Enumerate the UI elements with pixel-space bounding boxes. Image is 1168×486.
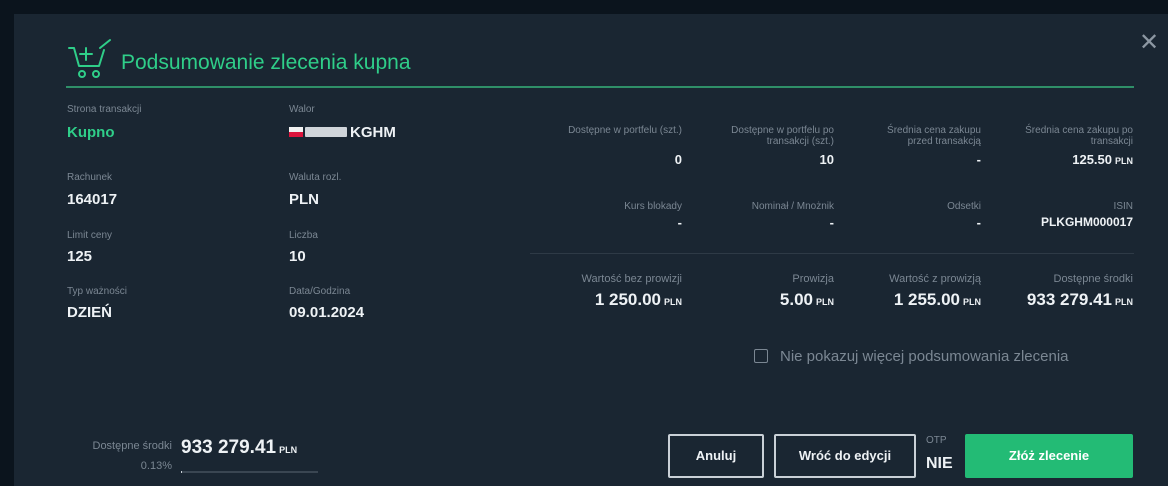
security-label: Walor xyxy=(289,104,315,115)
stat-isin-value: PLKGHM000017 xyxy=(1040,215,1133,229)
dont-show-again-checkbox[interactable] xyxy=(754,349,768,363)
otp-value: NIE xyxy=(926,455,953,472)
modal-title: Podsumowanie zlecenia kupna xyxy=(121,51,411,74)
divider xyxy=(530,253,1134,254)
validity-label: Typ ważności xyxy=(67,286,128,297)
stat-interest-label: Odsetki xyxy=(947,201,981,212)
commission-value: 5.00 PLN xyxy=(779,290,834,309)
otp-label: OTP xyxy=(926,435,947,446)
stat-available-after-label: Dostępne w portfelu po transakcji (szt.) xyxy=(731,125,834,147)
side-label: Strona transakcji xyxy=(67,104,142,115)
price-limit-value: 125 xyxy=(67,248,93,265)
total-net-value: 1 250.00 PLN xyxy=(594,290,682,309)
side-value: Kupno xyxy=(67,124,115,141)
stat-isin-label: ISIN xyxy=(1113,201,1133,212)
stat-available-label: Dostępne w portfelu (szt.) xyxy=(568,125,682,136)
close-icon[interactable]: ✕ xyxy=(1136,30,1162,56)
validity-value: DZIEŃ xyxy=(67,304,112,321)
dont-show-again-label: Nie pokazuj więcej podsumowania zlecenia xyxy=(780,348,1069,365)
stat-avg-before-value: - xyxy=(976,152,981,167)
datetime-label: Data/Godzina xyxy=(289,286,351,297)
price-limit-label: Limit ceny xyxy=(67,230,113,241)
stat-avg-before-label: Średnia cena zakupu przed transakcją xyxy=(887,125,981,147)
funds-usage-bar xyxy=(181,471,318,473)
modal-header: Podsumowanie zlecenia kupna xyxy=(66,38,1134,88)
stat-block-rate-value: - xyxy=(677,215,682,230)
stat-interest-value: - xyxy=(976,215,981,230)
security-chip xyxy=(305,127,347,137)
cart-icon xyxy=(68,39,111,78)
stat-avg-after-label: Średnia cena zakupu po transakcji xyxy=(1025,125,1133,147)
account-label: Rachunek xyxy=(67,172,113,183)
footer-funds-value: 933 279.41 PLN xyxy=(181,437,298,458)
available-funds-value: 933 279.41 PLN xyxy=(1026,290,1133,309)
stat-avg-after-value: 125.50 PLN xyxy=(1072,152,1133,167)
stat-nominal-value: - xyxy=(829,215,834,230)
submit-order-button[interactable]: Złóż zlecenie xyxy=(965,434,1133,478)
total-gross-label: Wartość z prowizją xyxy=(889,273,981,285)
stat-available-after-value: 10 xyxy=(819,152,834,167)
footer-funds-label: Dostępne środki xyxy=(92,440,173,452)
stat-available-value: 0 xyxy=(674,152,682,167)
stat-nominal-label: Nominał / Mnożnik xyxy=(751,201,834,212)
security-value: KGHM xyxy=(350,124,396,141)
datetime-value: 09.01.2024 xyxy=(289,304,365,321)
commission-label: Prowizja xyxy=(792,273,834,285)
total-net-label: Wartość bez prowizji xyxy=(581,273,682,285)
cancel-button[interactable]: Anuluj xyxy=(668,434,764,478)
poland-flag-icon xyxy=(289,127,303,137)
available-funds-label: Dostępne środki xyxy=(1053,273,1134,285)
quantity-value: 10 xyxy=(289,248,306,265)
total-gross-value: 1 255.00 PLN xyxy=(893,290,981,309)
footer-usage-percent: 0.13% xyxy=(140,460,172,472)
account-value: 164017 xyxy=(67,191,118,208)
stat-block-rate-label: Kurs blokady xyxy=(624,201,682,212)
back-to-edit-button[interactable]: Wróć do edycji xyxy=(774,434,916,478)
currency-value: PLN xyxy=(289,191,319,208)
currency-label: Waluta rozl. xyxy=(289,172,342,183)
quantity-label: Liczba xyxy=(289,230,318,241)
funds-usage-fill xyxy=(181,471,183,473)
